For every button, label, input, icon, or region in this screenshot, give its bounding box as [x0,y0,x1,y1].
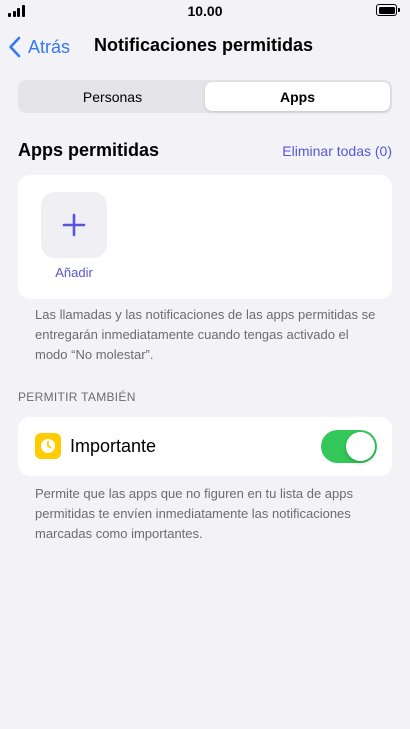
plus-icon [62,213,86,237]
allowed-apps-card: Añadir [18,175,392,299]
battery-icon [376,4,400,16]
important-toggle[interactable] [321,430,377,463]
clock-icon [35,433,61,459]
add-app-label[interactable]: Añadir [41,265,107,280]
segment-apps[interactable]: Apps [205,82,390,111]
allow-also-header: PERMITIR TAMBIÉN [18,390,136,404]
back-label: Atrás [28,36,71,57]
add-app-button[interactable] [41,192,107,258]
back-button[interactable]: Atrás [8,33,70,61]
toggle-knob [346,432,375,461]
chevron-left-icon [9,36,21,58]
apps-section-header: Apps permitidas Eliminar todas (0) [18,139,392,165]
segmented-control: Personas Apps [18,80,392,113]
important-footnote: Permite que las apps que no figuren en t… [35,486,353,541]
section-title: Apps permitidas [18,140,160,160]
status-time: 10.00 [187,3,223,19]
apps-footnote: Las llamadas y las notificaciones de las… [35,307,376,362]
important-row: Importante [18,417,392,476]
important-label: Importante [70,436,157,456]
nav-bar: Atrás Notificaciones permitidas [0,30,410,64]
remove-all-button[interactable]: Eliminar todas (0) [282,143,392,159]
page-title: Notificaciones permitidas [94,35,314,55]
segment-personas[interactable]: Personas [20,82,205,111]
status-bar: 10.00 [0,0,410,24]
